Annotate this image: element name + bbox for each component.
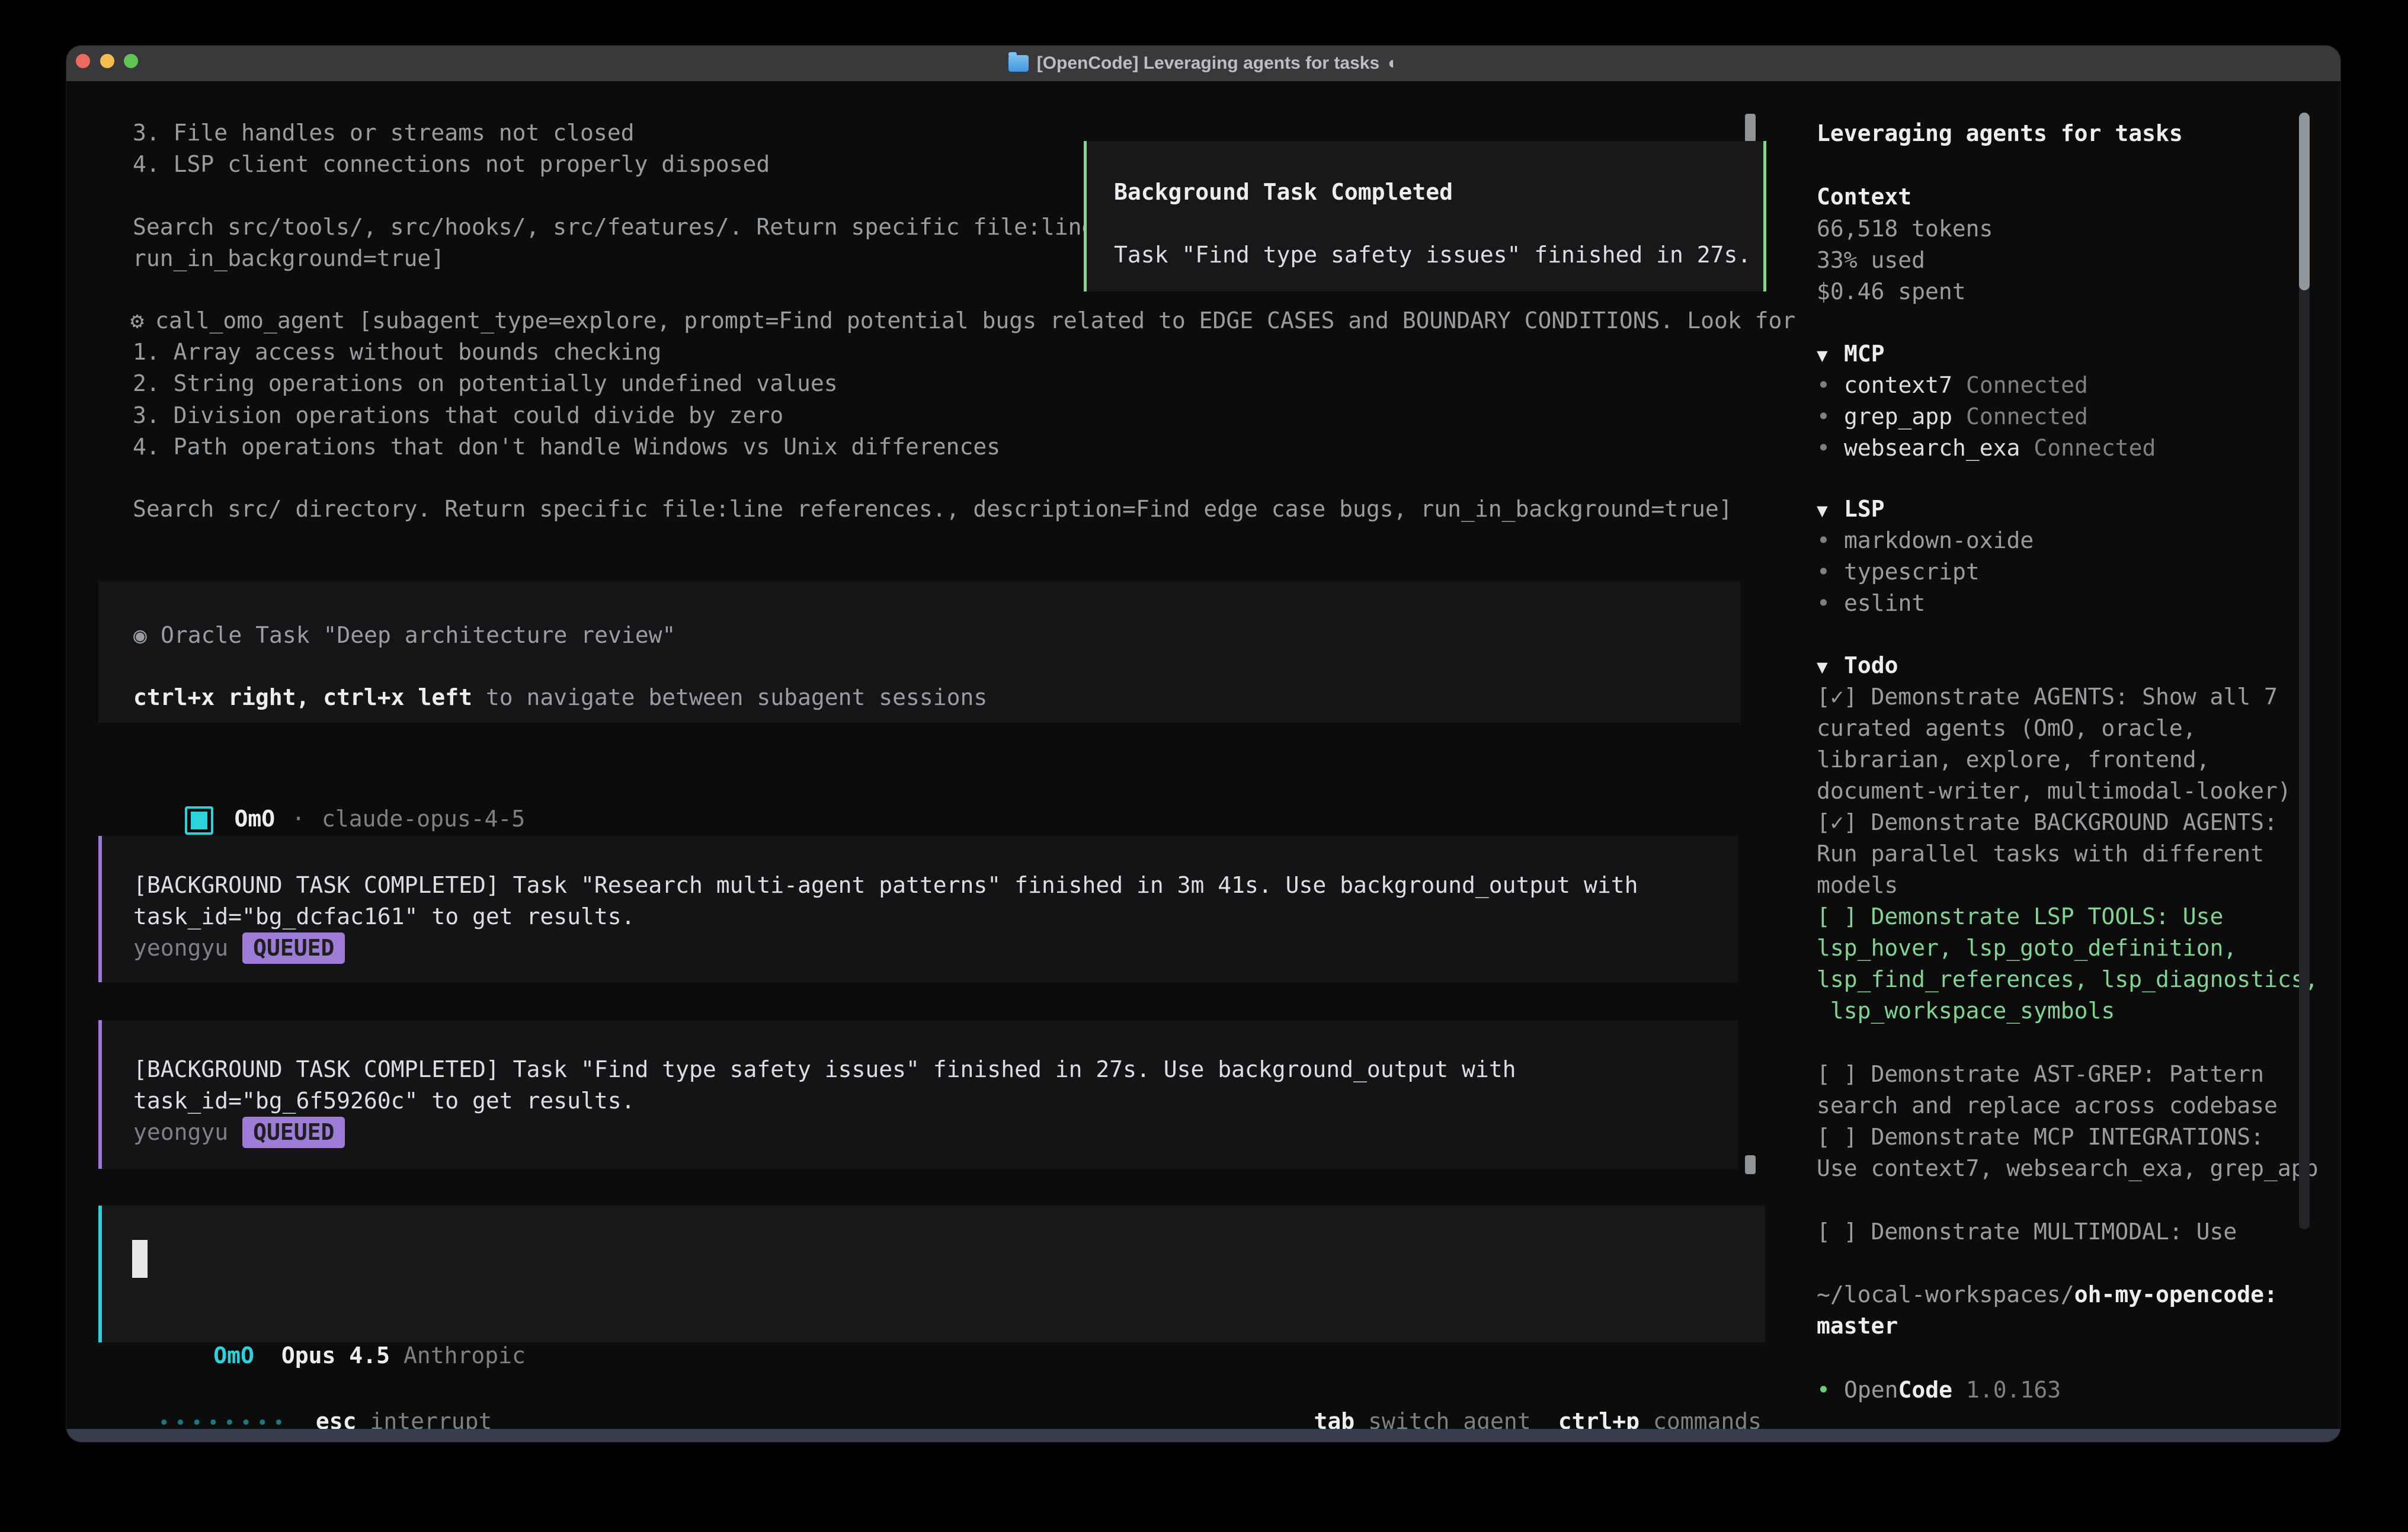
agent-model: claude-opus-4-5 <box>322 806 525 832</box>
author: yeongyu <box>133 1119 228 1145</box>
bullet-icon: • <box>1817 525 1844 556</box>
todo-line-active: [ ] Demonstrate LSP TOOLS: Use <box>1817 901 2223 932</box>
zoom-button[interactable] <box>124 54 138 68</box>
folder-icon <box>1008 55 1029 72</box>
sidebar-section-lsp[interactable]: ▼LSP <box>1817 493 1885 527</box>
opencode-window: [OpenCode] Leveraging agents for tasks ◐… <box>66 46 2340 1442</box>
record-icon: ◉ <box>133 620 161 651</box>
moon-icon: ◐ <box>1388 53 1398 73</box>
prompt-input[interactable]: OmOOpus 4.5Anthropic <box>98 1206 1765 1342</box>
transcript-line: Search src/tools/, src/hooks/, src/featu… <box>133 211 1095 243</box>
transcript-line: run_in_background=true] <box>133 243 444 274</box>
context-spent: $0.46 spent <box>1817 276 1966 307</box>
screen: { "titlebar": { "title": "[OpenCode] Lev… <box>0 0 2408 1532</box>
window-title: [OpenCode] Leveraging agents for tasks <box>1037 53 1379 73</box>
text-cursor <box>132 1240 148 1278</box>
todo-line: document-writer, multimodal-looker) <box>1817 775 2291 807</box>
agent-name: OmO <box>235 806 276 832</box>
sidebar-scrollbar-thumb[interactable] <box>2299 113 2310 290</box>
todo-line: Run parallel tasks with different <box>1817 838 2264 870</box>
chevron-down-icon: ▼ <box>1817 652 1844 683</box>
todo-line: [ ] Demonstrate MCP INTEGRATIONS: <box>1817 1121 2264 1153</box>
tool-call-item: 2. String operations on potentially unde… <box>133 368 838 399</box>
author: yeongyu <box>133 935 228 961</box>
oracle-task-box[interactable]: ◉Oracle Task "Deep architecture review" … <box>98 581 1740 723</box>
agent-name: OmO <box>213 1342 254 1368</box>
tool-call-item: 4. Path operations that don't handle Win… <box>133 431 1000 463</box>
todo-line: curated agents (OmO, oracle, <box>1817 713 2196 744</box>
transcript-line: 4. LSP client connections not properly d… <box>133 149 770 180</box>
task-message-line: task_id="bg_6f59260c" to get results. <box>133 1085 635 1117</box>
chevron-down-icon: ▼ <box>1817 340 1844 371</box>
todo-line: [ ] Demonstrate AST-GREP: Pattern <box>1817 1059 2264 1090</box>
close-button[interactable] <box>76 54 90 68</box>
lsp-item: •typescript <box>1817 556 1980 588</box>
todo-line: Use context7, websearch_exa, grep_app <box>1817 1153 2318 1184</box>
window-title-group: [OpenCode] Leveraging agents for tasks ◐ <box>1008 53 1399 73</box>
task-message-line: [BACKGROUND TASK COMPLETED] Task "Resear… <box>133 870 1638 901</box>
context-used: 33% used <box>1817 245 1925 276</box>
lsp-item: •markdown-oxide <box>1817 525 2034 556</box>
minimize-button[interactable] <box>100 54 114 68</box>
workspace-branch: master <box>1817 1310 1898 1342</box>
agent-icon <box>185 806 213 835</box>
todo-line: [✓] Demonstrate BACKGROUND AGENTS: <box>1817 807 2278 838</box>
task-message: [BACKGROUND TASK COMPLETED] Task "Resear… <box>98 836 1738 982</box>
sidebar-context-heading: Context <box>1817 181 1911 213</box>
context-tokens: 66,518 tokens <box>1817 213 1993 245</box>
oracle-hint: ctrl+x right, ctrl+x left to navigate be… <box>133 682 987 713</box>
todo-line-active: lsp_workspace_symbols <box>1817 995 2115 1027</box>
bullet-icon: • <box>1817 588 1844 619</box>
tool-call-item: 3. Division operations that could divide… <box>133 400 783 431</box>
oracle-task-title: ◉Oracle Task "Deep architecture review" <box>133 620 675 651</box>
provider-name: Anthropic <box>404 1342 526 1368</box>
tool-call-line: ⚙call_omo_agent [subagent_type=explore, … <box>130 305 1795 336</box>
background-task-toast: Background Task Completed Task "Find typ… <box>1084 141 1766 291</box>
mcp-item: •grep_appConnected <box>1817 401 2088 432</box>
window-bottom-edge <box>66 1429 2340 1442</box>
transcript-line: 3. File handles or streams not closed <box>133 117 634 149</box>
todo-line: models <box>1817 870 1898 901</box>
bullet-icon: • <box>1817 401 1844 432</box>
workspace-path: ~/local-workspaces/oh-my-opencode: <box>1817 1279 2278 1310</box>
version-line: •OpenCode1.0.163 <box>1817 1374 2061 1406</box>
todo-line: [ ] Demonstrate MULTIMODAL: Use <box>1817 1216 2237 1248</box>
status-dot-icon: • <box>1817 1374 1844 1406</box>
toast-title: Background Task Completed <box>1114 177 1453 208</box>
bullet-icon: • <box>1817 370 1844 401</box>
sidebar-section-todo[interactable]: ▼Todo <box>1817 650 1898 683</box>
toast-body: Task "Find type safety issues" finished … <box>1114 239 1751 271</box>
chevron-down-icon: ▼ <box>1817 495 1844 527</box>
todo-line: librarian, explore, frontend, <box>1817 744 2210 775</box>
titlebar: [OpenCode] Leveraging agents for tasks ◐ <box>66 46 2340 81</box>
model-name: Opus 4.5 <box>281 1342 390 1368</box>
task-message: [BACKGROUND TASK COMPLETED] Task "Find t… <box>98 1020 1738 1169</box>
tool-call-tail: Search src/ directory. Return specific f… <box>133 493 1733 525</box>
mcp-item: •context7Connected <box>1817 370 2088 401</box>
mcp-item: •websearch_exaConnected <box>1817 432 2156 464</box>
status-badge: QUEUED <box>242 1117 345 1148</box>
tool-call-item: 1. Array access without bounds checking <box>133 336 661 368</box>
todo-line-active: lsp_find_references, lsp_diagnostics, <box>1817 964 2318 995</box>
separator-dot: · <box>292 806 305 832</box>
task-message-line: task_id="bg_dcfac161" to get results. <box>133 901 635 932</box>
todo-line-active: lsp_hover, lsp_goto_definition, <box>1817 932 2237 964</box>
bullet-icon: • <box>1817 432 1844 464</box>
main-scrollbar-thumb-top[interactable] <box>1745 114 1756 142</box>
bullet-icon: • <box>1817 556 1844 588</box>
todo-line: search and replace across codebase <box>1817 1090 2278 1121</box>
todo-line: [✓] Demonstrate AGENTS: Show all 7 <box>1817 681 2278 713</box>
sidebar-session-title: Leveraging agents for tasks <box>1817 118 2183 149</box>
main-scrollbar-thumb-bottom[interactable] <box>1745 1155 1756 1174</box>
sidebar-section-mcp[interactable]: ▼MCP <box>1817 338 1885 371</box>
status-badge: QUEUED <box>242 932 345 964</box>
task-message-meta: yeongyu QUEUED <box>133 932 345 964</box>
task-message-line: [BACKGROUND TASK COMPLETED] Task "Find t… <box>133 1054 1516 1085</box>
lsp-item: •eslint <box>1817 588 1925 619</box>
task-message-meta: yeongyu QUEUED <box>133 1117 345 1148</box>
gear-icon: ⚙ <box>130 305 155 336</box>
